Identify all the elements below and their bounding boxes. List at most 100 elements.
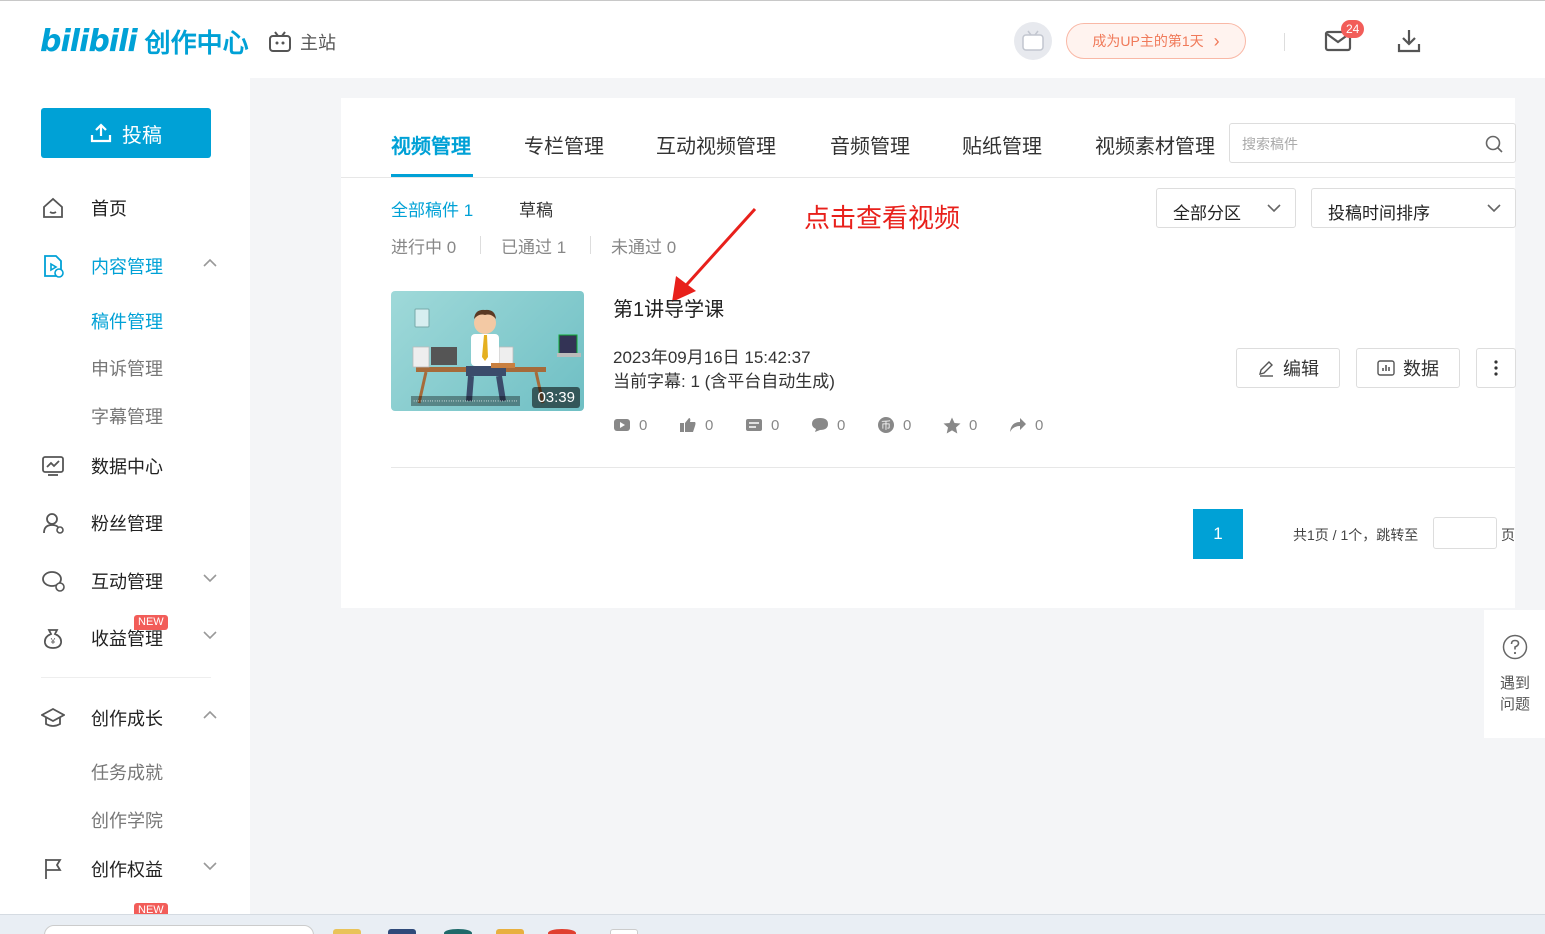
row-divider xyxy=(391,467,1515,468)
tab-video[interactable]: 视频管理 xyxy=(391,130,471,159)
sidebar-fans-label: 粉丝管理 xyxy=(91,514,163,534)
video-thumbnail[interactable]: ⋯⋯⋯⋯⋯⋯⋯⋯⋯⋯⋯⋯⋯⋯⋯ 03:39 xyxy=(391,291,584,411)
new-tag-revenue: NEW xyxy=(134,615,168,630)
sidebar-item-growth[interactable]: 创作成长 xyxy=(0,698,250,738)
search-input[interactable] xyxy=(1242,134,1472,154)
data-button[interactable]: 数据 xyxy=(1356,348,1460,388)
tab-video-material[interactable]: 视频素材管理 xyxy=(1095,130,1215,159)
filter-in-progress[interactable]: 进行中 0 xyxy=(391,233,456,258)
sidebar-item-tasks[interactable]: 任务成就 xyxy=(91,759,163,785)
pagination-info: 共1页 / 1个，跳转至 xyxy=(1293,527,1419,543)
stat-danmaku-value: 0 xyxy=(771,416,780,434)
header-divider xyxy=(1284,33,1285,51)
chevron-down-icon xyxy=(1487,204,1501,213)
os-taskbar xyxy=(0,914,1545,934)
comment-icon xyxy=(812,418,828,432)
taskbar-app-icon[interactable] xyxy=(444,929,472,934)
filter-passed[interactable]: 已通过 1 xyxy=(501,233,566,258)
manuscript-panel: 视频管理 专栏管理 互动视频管理 音频管理 贴纸管理 视频素材管理 全部稿件 1… xyxy=(341,98,1516,608)
page-jump-input[interactable] xyxy=(1433,517,1497,549)
filter-all[interactable]: 全部稿件 1 xyxy=(391,196,473,221)
sidebar-item-home[interactable]: 首页 xyxy=(0,188,250,228)
share-icon xyxy=(1010,418,1026,432)
chevron-down-icon xyxy=(203,631,217,640)
taskbar-app-icon[interactable] xyxy=(610,929,638,934)
chat-icon xyxy=(42,571,65,592)
sidebar-item-appeals[interactable]: 申诉管理 xyxy=(91,355,163,381)
more-vertical-icon xyxy=(1494,360,1498,376)
stat-favorites: 0 xyxy=(943,416,1009,434)
tab-column[interactable]: 专栏管理 xyxy=(524,130,604,159)
danmaku-icon xyxy=(746,419,762,431)
filter-divider xyxy=(480,236,481,254)
up-badge[interactable]: 成为UP主的第1天 › xyxy=(1066,23,1246,59)
sidebar-item-manuscripts[interactable]: 稿件管理 xyxy=(91,308,163,334)
zone-dropdown-value: 全部分区 xyxy=(1173,204,1241,223)
sidebar-interaction-label: 互动管理 xyxy=(91,572,163,592)
taskbar-search[interactable] xyxy=(44,925,314,934)
sidebar-item-interaction[interactable]: 互动管理 xyxy=(0,561,250,601)
tab-sticker[interactable]: 贴纸管理 xyxy=(962,130,1042,159)
bilibili-logo[interactable]: bilibili 创作中心 xyxy=(40,23,249,59)
video-title[interactable]: 第1讲导学课 xyxy=(613,293,724,322)
filter-divider xyxy=(590,236,591,254)
video-timestamp: 2023年09月16日 15:42:37 xyxy=(613,348,811,367)
taskbar-app-icon[interactable] xyxy=(548,929,576,934)
video-stats: 0 0 0 0 币 0 0 0 xyxy=(613,416,1075,434)
sort-dropdown-value: 投稿时间排序 xyxy=(1328,204,1430,223)
pagination-suffix: 页 xyxy=(1501,527,1515,543)
duration-badge: 03:39 xyxy=(532,387,580,408)
stat-plays: 0 xyxy=(613,416,679,434)
upload-icon xyxy=(90,123,112,143)
sidebar-item-rights[interactable]: 创作权益 xyxy=(0,849,250,889)
home-icon xyxy=(43,197,63,218)
main-site-label: 主站 xyxy=(300,33,336,53)
page-1-button[interactable]: 1 xyxy=(1193,509,1243,559)
top-header: bilibili 创作中心 主站 成为UP主的第1天 › 24 xyxy=(0,0,1545,78)
more-button[interactable] xyxy=(1476,348,1516,388)
filter-drafts[interactable]: 草稿 xyxy=(519,196,553,221)
sidebar-item-subtitles[interactable]: 字幕管理 xyxy=(91,403,163,429)
sidebar-rights-label: 创作权益 xyxy=(91,860,163,880)
taskbar-app-icon[interactable] xyxy=(496,929,524,934)
taskbar-app-icon[interactable] xyxy=(333,929,361,934)
tab-bar: 视频管理 专栏管理 互动视频管理 音频管理 贴纸管理 视频素材管理 xyxy=(341,98,1516,178)
chevron-up-icon xyxy=(203,710,217,719)
sidebar-item-data[interactable]: 数据中心 xyxy=(0,446,250,486)
up-badge-label: 成为UP主的第1天 xyxy=(1092,33,1204,49)
star-icon xyxy=(943,417,961,433)
money-bag-icon: ¥ xyxy=(43,629,63,649)
sidebar-data-label: 数据中心 xyxy=(91,457,163,477)
user-icon xyxy=(43,513,64,534)
taskbar-app-icon[interactable] xyxy=(388,929,416,934)
sidebar-item-fans[interactable]: 粉丝管理 xyxy=(0,503,250,543)
sidebar: 投稿 首页 内容管理 稿件管理 申诉管理 字幕管理 数据中心 粉丝管理 互动管理… xyxy=(0,78,250,918)
logo-bili-text: bilibili xyxy=(40,23,138,59)
zone-dropdown[interactable]: 全部分区 xyxy=(1156,188,1296,228)
upload-button[interactable]: 投稿 xyxy=(41,108,211,158)
chevron-up-icon xyxy=(203,258,217,267)
stat-plays-value: 0 xyxy=(639,416,648,434)
stat-comments: 0 xyxy=(811,416,877,434)
sidebar-growth-label: 创作成长 xyxy=(91,709,163,729)
avatar[interactable] xyxy=(1014,22,1052,60)
sidebar-content-label: 内容管理 xyxy=(91,257,163,277)
help-float-button[interactable]: 遇到问题 xyxy=(1484,610,1545,738)
stat-likes: 0 xyxy=(679,416,745,434)
annotation-arrow xyxy=(672,207,757,302)
sidebar-item-revenue[interactable]: ¥ 收益管理 xyxy=(0,618,250,658)
flag-icon xyxy=(45,859,62,879)
tab-interactive-video[interactable]: 互动视频管理 xyxy=(656,130,776,159)
thumbs-up-icon xyxy=(680,418,696,432)
search-icon[interactable] xyxy=(1485,135,1503,153)
tab-audio[interactable]: 音频管理 xyxy=(830,130,910,159)
annotation-text: 点击查看视频 xyxy=(804,203,961,233)
sidebar-item-academy[interactable]: 创作学院 xyxy=(91,807,163,833)
chevron-down-icon xyxy=(1267,204,1281,213)
edit-button[interactable]: 编辑 xyxy=(1236,348,1340,388)
logo-creator-text: 创作中心 xyxy=(144,27,249,58)
main-site-link[interactable]: 主站 xyxy=(268,29,336,55)
sort-dropdown[interactable]: 投稿时间排序 xyxy=(1311,188,1516,228)
download-icon[interactable] xyxy=(1396,28,1422,54)
sidebar-item-content[interactable]: 内容管理 xyxy=(0,246,250,286)
